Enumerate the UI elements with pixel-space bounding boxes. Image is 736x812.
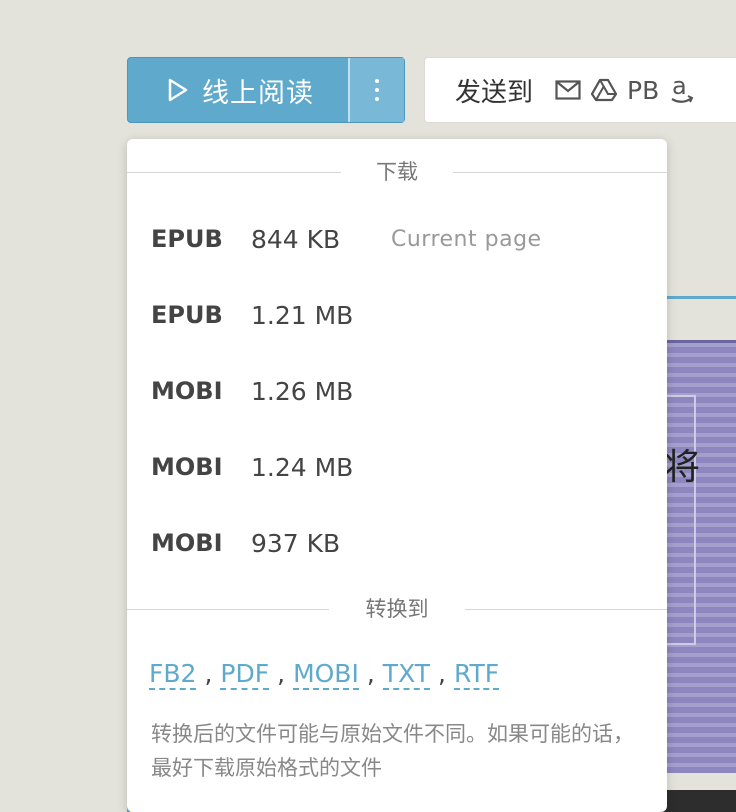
file-size: 1.26 MB — [251, 376, 354, 406]
conversion-note: 转换后的文件可能与原始文件不同。如果可能的话，最好下载原始格式的文件 — [151, 722, 634, 780]
convert-fb2-link[interactable]: FB2 — [149, 659, 197, 690]
svg-text:a: a — [672, 74, 687, 100]
file-size: 1.24 MB — [251, 452, 354, 482]
divider — [453, 172, 667, 173]
file-format: MOBI — [151, 453, 223, 481]
more-options-button[interactable] — [350, 58, 404, 122]
book-cover-title-char: 将 — [664, 447, 701, 488]
file-size: 1.21 MB — [251, 300, 354, 330]
send-to-button[interactable]: 发送到 PB a — [424, 57, 736, 123]
separator: , — [366, 659, 375, 688]
separator: , — [204, 659, 213, 688]
file-format: EPUB — [151, 301, 223, 329]
separator: , — [438, 659, 446, 688]
convert-mobi-link[interactable]: MOBI — [293, 659, 359, 690]
convert-section-header: 转换到 — [127, 594, 667, 624]
send-to-label: 发送到 — [455, 77, 534, 108]
download-item-epub-844kb[interactable]: EPUB 844 KB Current page — [151, 219, 542, 259]
file-format: MOBI — [151, 377, 223, 405]
file-format: EPUB — [151, 225, 223, 253]
read-online-button-group: 线上阅读 — [127, 57, 405, 123]
download-section-header: 下载 — [127, 157, 667, 187]
convert-txt-link[interactable]: TXT — [382, 659, 431, 690]
convert-formats-list: FB2, PDF, MOBI, TXT, RTF — [149, 659, 500, 690]
play-icon — [168, 78, 188, 102]
convert-rtf-link[interactable]: RTF — [453, 659, 500, 690]
pocketbook-icon: PB — [627, 75, 660, 105]
current-page-note: Current page — [391, 226, 542, 252]
download-dropdown-menu: 下载 EPUB 844 KB Current page EPUB 1.21 MB… — [127, 139, 667, 812]
divider — [465, 609, 667, 610]
read-online-label: 线上阅读 — [202, 77, 314, 109]
file-size: 937 KB — [251, 528, 341, 558]
more-vertical-icon — [375, 79, 379, 101]
file-format: MOBI — [151, 529, 223, 557]
google-drive-icon — [591, 78, 618, 102]
amazon-icon: a — [669, 74, 695, 106]
download-item-mobi-1.26mb[interactable]: MOBI 1.26 MB — [151, 371, 391, 411]
tab-underline — [666, 296, 736, 299]
convert-pdf-link[interactable]: PDF — [220, 659, 270, 690]
download-item-epub-1.21mb[interactable]: EPUB 1.21 MB — [151, 295, 391, 335]
read-online-button[interactable]: 线上阅读 — [128, 58, 350, 122]
download-item-mobi-1.24mb[interactable]: MOBI 1.24 MB — [151, 447, 391, 487]
download-item-mobi-937kb[interactable]: MOBI 937 KB — [151, 523, 391, 563]
mail-icon — [555, 80, 581, 100]
separator: , — [277, 659, 286, 688]
book-cover-frame — [666, 395, 696, 645]
file-size: 844 KB — [251, 224, 341, 254]
